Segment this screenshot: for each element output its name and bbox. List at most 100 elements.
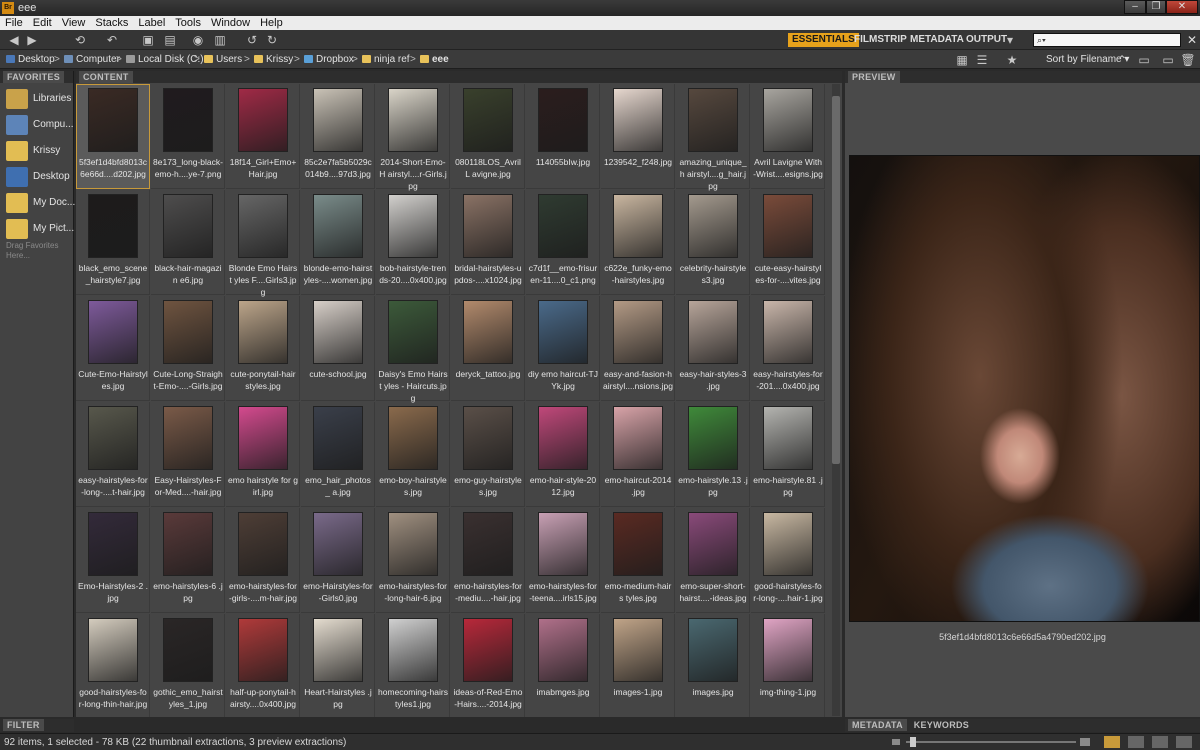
thumbnail-item[interactable]: emo-hairstyles-for -mediu....-hair.jpg: [451, 508, 525, 613]
thumbnail-item[interactable]: emo-hair-style-20 12.jpg: [526, 402, 600, 507]
breadcrumb-users[interactable]: Users: [204, 53, 242, 66]
thumbnail-item[interactable]: gothic_emo_hairst yles_1.jpg: [151, 614, 225, 717]
thumbnail-item[interactable]: img-thing-1.jpg: [751, 614, 825, 717]
list-view-icon[interactable]: [1152, 736, 1168, 748]
tab-keywords[interactable]: KEYWORDS: [910, 719, 973, 731]
thumbnail-item[interactable]: emo-super-short- hairst....-ideas.jpg: [676, 508, 750, 613]
thumbnail-item[interactable]: good-hairstyles-fo r-long-....hair-1.jpg: [751, 508, 825, 613]
thumbnail-item[interactable]: ideas-of-Red-Emo -Hairs....-2014.jpg: [451, 614, 525, 717]
menu-help[interactable]: Help: [255, 16, 288, 30]
new-folder-icon[interactable]: ▭: [1160, 53, 1176, 67]
camera-import-icon[interactable]: ▣: [140, 33, 156, 47]
thumbnail-item[interactable]: 1239542_f248.jpg: [601, 84, 675, 189]
recent-folder-icon[interactable]: ⟲: [72, 33, 88, 47]
back-arrow-icon[interactable]: ◀: [6, 33, 22, 47]
thumbnail-size-large-icon[interactable]: [1080, 738, 1090, 746]
refine-icon[interactable]: ▤: [162, 33, 178, 47]
search-options-icon[interactable]: ✕: [1184, 33, 1200, 47]
menu-tools[interactable]: Tools: [170, 16, 206, 30]
favorite-item-libraries[interactable]: Libraries: [3, 87, 73, 111]
thumbnail-item[interactable]: Cute-Long-Straigh t-Emo-....-Girls.jpg: [151, 296, 225, 401]
star-filter-icon[interactable]: ★: [1004, 53, 1020, 67]
thumbnail-item[interactable]: easy-and-fasion-h airstyl....nsions.jpg: [601, 296, 675, 401]
thumbnail-size-slider[interactable]: [906, 741, 1076, 743]
tab-content[interactable]: CONTENT: [79, 71, 133, 83]
thumbnail-item[interactable]: Emo-Hairstyles-2 .jpg: [76, 508, 150, 613]
minimize-icon[interactable]: –: [1124, 0, 1146, 14]
thumbnail-item[interactable]: amazing_unique_h airstyl....g_hair.jpg: [676, 84, 750, 191]
thumbnail-item[interactable]: blonde-emo-hairst yles-....women.jpg: [301, 190, 375, 295]
menu-edit[interactable]: Edit: [28, 16, 57, 30]
thumbnail-item[interactable]: 85c2e7fa5b5029c 014b9....97d3.jpg: [301, 84, 375, 189]
thumbnail-item[interactable]: emo-hairstyle.81 .jpg: [751, 402, 825, 507]
thumbnail-item[interactable]: 5f3ef1d4bfd8013c 6e66d....d202.jpg: [76, 84, 150, 189]
thumbnail-item[interactable]: homecoming-hairs tyles1.jpg: [376, 614, 450, 717]
open-recent-folder-icon[interactable]: ▭: [1136, 53, 1152, 67]
tab-filter[interactable]: FILTER: [3, 719, 44, 731]
thumbnail-item[interactable]: diy emo haircut-TJ Yk.jpg: [526, 296, 600, 401]
thumbnail-item[interactable]: black_emo_scene _hairstyle7.jpg: [76, 190, 150, 295]
workspace-essentials-tab[interactable]: ESSENTIALS: [788, 33, 859, 47]
thumbnail-item[interactable]: Daisy's Emo Hairst yles - Haircuts.jpg: [376, 296, 450, 403]
menu-label[interactable]: Label: [133, 16, 170, 30]
favorite-item-my-documents[interactable]: My Doc...: [3, 191, 75, 215]
preview-image[interactable]: [849, 155, 1200, 622]
content-scrollbar-thumb[interactable]: [832, 96, 840, 464]
thumbnail-item[interactable]: cute-easy-hairstyl es-for-....vites.jpg: [751, 190, 825, 295]
thumbnail-item[interactable]: black-hair-magazin e6.jpg: [151, 190, 225, 295]
boomerang-icon[interactable]: ↶: [104, 33, 120, 47]
thumbnail-item[interactable]: bridal-hairstyles-u pdos-....x1024.jpg: [451, 190, 525, 295]
thumbnail-size-small-icon[interactable]: [892, 739, 900, 745]
thumbnail-item[interactable]: emo-hairstyles-for -teena....irls15.jpg: [526, 508, 600, 613]
menu-window[interactable]: Window: [206, 16, 255, 30]
details-view-icon[interactable]: [1128, 736, 1144, 748]
favorite-item-desktop[interactable]: Desktop: [3, 165, 73, 189]
maximize-icon[interactable]: ❐: [1146, 0, 1166, 14]
thumbnail-item[interactable]: emo_hair_photos_ a.jpg: [301, 402, 375, 507]
lock-grid-icon[interactable]: [1176, 736, 1192, 748]
thumbnail-item[interactable]: easy-hair-styles-3 .jpg: [676, 296, 750, 401]
output-icon[interactable]: ▥: [212, 33, 228, 47]
list-view-icon[interactable]: ☰: [974, 53, 990, 67]
thumbnail-item[interactable]: emo-hairstyle.13 .jpg: [676, 402, 750, 507]
thumbnail-item[interactable]: half-up-ponytail-h airsty....0x400.jpg: [226, 614, 300, 717]
thumbnail-view-icon[interactable]: ▦: [954, 53, 970, 67]
thumbnail-item[interactable]: deryck_tattoo.jpg: [451, 296, 525, 401]
grid-view-icon[interactable]: [1104, 736, 1120, 748]
thumbnail-item[interactable]: 8e173_long-black- emo-h....ye-7.png: [151, 84, 225, 189]
breadcrumb-eee[interactable]: eee: [420, 53, 449, 66]
thumbnail-item[interactable]: cute-school.jpg: [301, 296, 375, 401]
breadcrumb-desktop[interactable]: Desktop: [6, 53, 55, 66]
thumbnail-item[interactable]: emo-guy-hairstyle s.jpg: [451, 402, 525, 507]
thumbnail-item[interactable]: 114055bIw.jpg: [526, 84, 600, 189]
thumbnail-item[interactable]: emo-medium-hairs tyles.jpg: [601, 508, 675, 613]
breadcrumb-ninja-ref[interactable]: ninja ref: [362, 53, 410, 66]
workspace-menu-chevron-down-icon[interactable]: ▾: [1002, 33, 1018, 47]
breadcrumb-dropbox[interactable]: Dropbox: [304, 53, 354, 66]
thumbnail-item[interactable]: emo-Hairstyles-for -Girls0.jpg: [301, 508, 375, 613]
tab-favorites[interactable]: FAVORITES: [3, 71, 65, 83]
thumbnail-item[interactable]: emo-hairstyles-for -long-hair-6.jpg: [376, 508, 450, 613]
thumbnail-item[interactable]: emo-hairstyles-for -girls-....m-hair.jpg: [226, 508, 300, 613]
workspace-filmstrip-tab[interactable]: FILMSTRIP: [850, 33, 911, 47]
breadcrumb-computer[interactable]: Computer: [64, 53, 120, 66]
thumbnail-size-slider-handle[interactable]: [910, 737, 916, 747]
forward-arrow-icon[interactable]: ▶: [24, 33, 40, 47]
breadcrumb-krissy[interactable]: Krissy: [254, 53, 293, 66]
thumbnail-item[interactable]: emo hairstyle for girl.jpg: [226, 402, 300, 507]
thumbnail-item[interactable]: images.jpg: [676, 614, 750, 717]
open-in-camera-raw-icon[interactable]: ◉: [190, 33, 206, 47]
thumbnail-item[interactable]: c7d1f__emo-frisur en-11....0_c1.png: [526, 190, 600, 295]
thumbnail-item[interactable]: 080118LOS_AvrilL avigne.jpg: [451, 84, 525, 189]
thumbnail-item[interactable]: images-1.jpg: [601, 614, 675, 717]
thumbnail-item[interactable]: Blonde Emo Hairst yles F....Girls3.jpg: [226, 190, 300, 297]
breadcrumb-local-disk[interactable]: Local Disk (C:): [126, 53, 204, 66]
thumbnail-item[interactable]: imabmges.jpg: [526, 614, 600, 717]
tab-metadata[interactable]: METADATA: [848, 719, 907, 731]
rotate-left-icon[interactable]: ↺: [244, 33, 260, 47]
close-icon[interactable]: ✕: [1166, 0, 1198, 14]
workspace-metadata-tab[interactable]: METADATA: [906, 33, 968, 47]
favorite-item-my-pictures[interactable]: My Pict...: [3, 217, 74, 241]
thumbnail-item[interactable]: easy-hairstyles-for -201....0x400.jpg: [751, 296, 825, 401]
menu-file[interactable]: File: [0, 16, 28, 30]
